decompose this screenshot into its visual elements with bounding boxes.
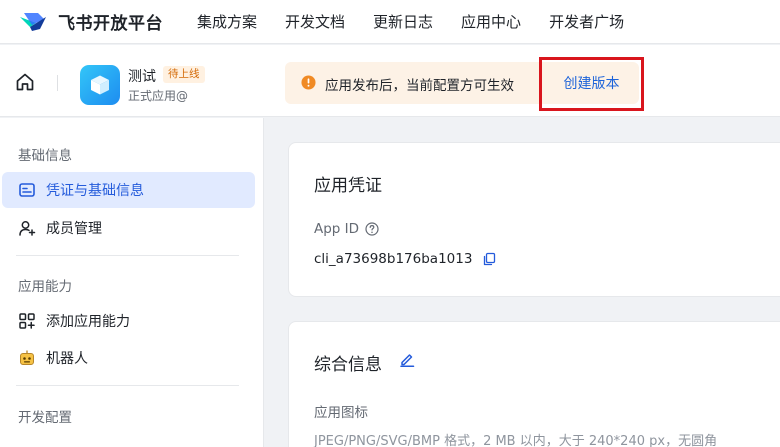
app-subtitle: 正式应用@ (128, 89, 189, 103)
sidebar-group-title: 基础信息 (18, 148, 72, 164)
nav-item-solutions[interactable]: 集成方案 (197, 11, 257, 32)
app-name: 测试 (128, 69, 156, 85)
nav-item-developer-square[interactable]: 开发者广场 (549, 11, 624, 32)
status-badge: 待上线 (163, 66, 205, 83)
app-icon-hint: JPEG/PNG/SVG/BMP 格式，2 MB 以内，大于 240*240 p… (314, 434, 718, 447)
user-add-icon (18, 219, 36, 237)
nav-item-changelog[interactable]: 更新日志 (373, 11, 433, 32)
sidebar-item-robot[interactable]: 机器人 (2, 340, 255, 376)
notice-text: 应用发布后，当前配置方可生效 (325, 78, 514, 94)
nav-menu: 集成方案 开发文档 更新日志 应用中心 开发者广场 (197, 11, 652, 32)
help-icon[interactable] (365, 222, 379, 236)
sidebar-divider (16, 255, 239, 256)
sidebar-item-label: 机器人 (46, 351, 88, 367)
general-info-card: 综合信息 应用图标 JPEG/PNG/SVG/BMP 格式，2 MB 以内，大于… (288, 321, 780, 447)
grid-add-icon (18, 312, 36, 330)
home-icon[interactable] (14, 71, 36, 93)
sidebar-item-label: 添加应用能力 (46, 314, 130, 330)
divider (57, 75, 58, 91)
card-title: 应用凭证 (314, 176, 382, 196)
nav-item-docs[interactable]: 开发文档 (285, 11, 345, 32)
app-icon-label: 应用图标 (314, 405, 368, 421)
top-navigation: 飞书开放平台 集成方案 开发文档 更新日志 应用中心 开发者广场 (0, 0, 780, 44)
sidebar-item-label: 成员管理 (46, 221, 102, 237)
app-id-value[interactable]: cli_a73698b176ba1013 (314, 251, 472, 267)
sidebar-item-add-capability[interactable]: 添加应用能力 (2, 303, 255, 339)
edit-icon[interactable] (399, 351, 415, 367)
brand[interactable]: 飞书开放平台 (18, 9, 163, 34)
app-id-value-row: cli_a73698b176ba1013 (314, 251, 496, 267)
copy-icon[interactable] (482, 252, 496, 266)
credentials-card: 应用凭证 App ID cli_a73698b176ba1013 (288, 142, 780, 297)
app-id-label: App ID (314, 221, 360, 237)
sidebar: 基础信息 凭证与基础信息 成员管理 应用能力 添加应用能力 机器人 开发配置 (0, 118, 264, 447)
app-header: 测试 待上线 正式应用@ 应用发布后，当前配置方可生效 (0, 45, 780, 117)
sidebar-group-title: 应用能力 (18, 279, 72, 295)
cube-icon (91, 75, 109, 95)
brand-name: 飞书开放平台 (58, 14, 163, 34)
sidebar-item-credentials[interactable]: 凭证与基础信息 (2, 172, 255, 208)
sidebar-divider (16, 385, 239, 386)
app-id-label-row: App ID (314, 221, 379, 237)
sidebar-item-members[interactable]: 成员管理 (2, 210, 255, 246)
nav-item-app-center[interactable]: 应用中心 (461, 11, 521, 32)
id-card-icon (18, 181, 36, 199)
card-title: 综合信息 (314, 355, 382, 375)
sidebar-item-label: 凭证与基础信息 (46, 183, 144, 199)
feishu-logo-icon (20, 12, 46, 31)
warning-icon (301, 75, 316, 90)
create-version-button[interactable]: 创建版本 (539, 57, 644, 111)
robot-icon (18, 349, 36, 367)
sidebar-group-title: 开发配置 (18, 410, 72, 426)
app-avatar (80, 65, 120, 105)
